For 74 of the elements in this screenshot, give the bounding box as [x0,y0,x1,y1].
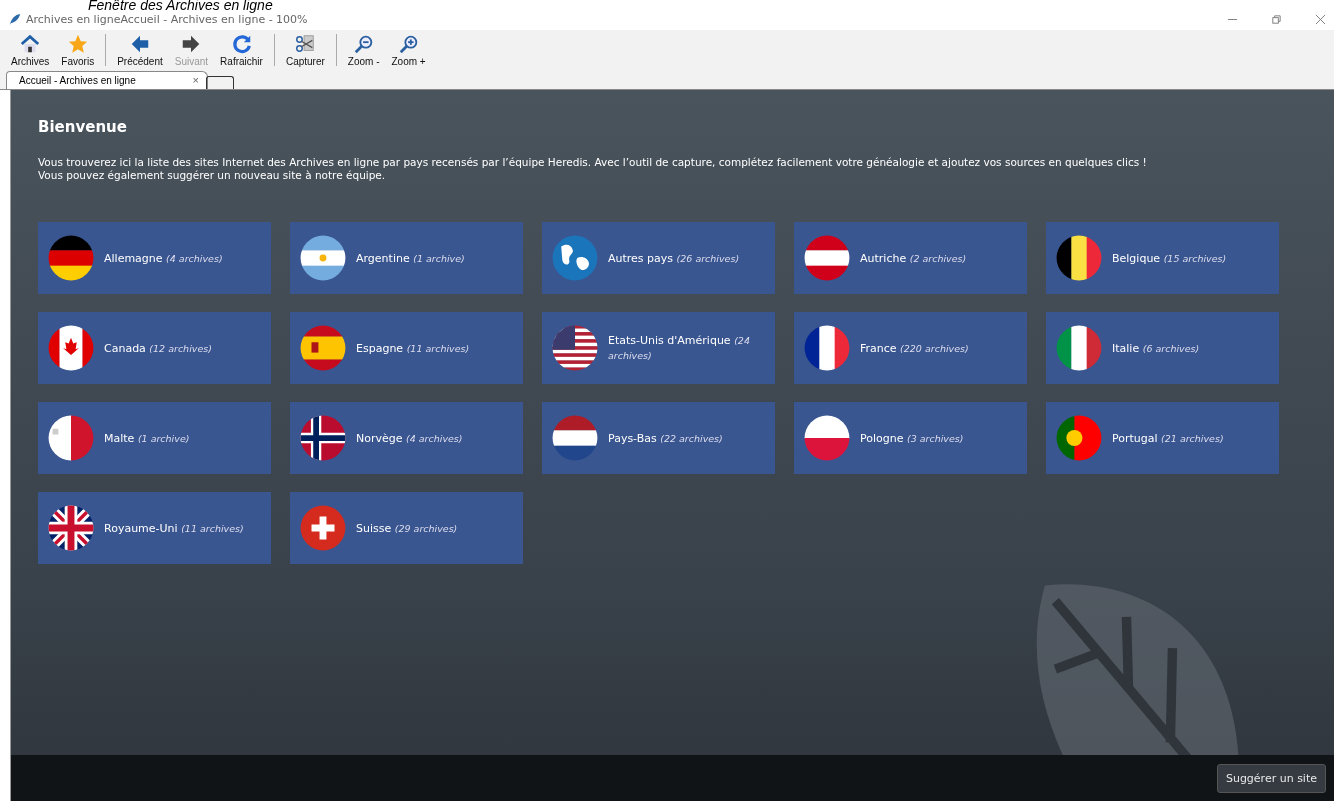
country-tile[interactable]: Autriche (2 archives) [794,222,1027,294]
flag-icon [804,235,850,281]
flag-icon [552,235,598,281]
welcome-heading: Bienvenue [38,118,128,136]
zoom-out-icon [352,33,375,55]
country-label: Norvège (4 archives) [356,430,463,446]
country-label: Malte (1 archive) [104,430,190,446]
flag-icon [48,325,94,371]
tab-close-button[interactable]: × [192,74,199,87]
flag-icon [48,235,94,281]
flag-icon [552,415,598,461]
country-tile[interactable]: Allemagne (4 archives) [38,222,271,294]
country-tile[interactable]: Espagne (11 archives) [290,312,523,384]
country-tile[interactable]: Etats-Unis d'Amérique (24 archives) [542,312,775,384]
country-label: Allemagne (4 archives) [104,250,223,266]
country-tile[interactable]: Malte (1 archive) [38,402,271,474]
zoom-in-icon [397,33,420,55]
window-title: Archives en ligneAccueil - Archives en ligne - 100% [26,13,308,26]
country-tile[interactable]: Autres pays (26 archives) [542,222,775,294]
flag-icon [300,505,346,551]
country-tile[interactable]: France (220 archives) [794,312,1027,384]
flag-icon [300,325,346,371]
country-label: Pays-Bas (22 archives) [608,430,723,446]
refresh-icon [230,33,253,55]
toolbar-button[interactable]: Zoom - [342,30,385,70]
flag-icon [1056,235,1102,281]
country-tile[interactable]: Argentine (1 archive) [290,222,523,294]
toolbar-button[interactable]: Favoris [56,30,100,70]
country-label: France (220 archives) [860,340,969,356]
country-label: Autriche (2 archives) [860,250,967,266]
country-tile[interactable]: Pologne (3 archives) [794,402,1027,474]
new-tab-button[interactable] [206,76,234,89]
flag-icon [804,415,850,461]
flag-icon [48,415,94,461]
flag-icon [300,235,346,281]
country-tile[interactable]: Suisse (29 archives) [290,492,523,564]
country-label: Etats-Unis d'Amérique (24 archives) [608,333,751,363]
flag-icon [1056,415,1102,461]
suggest-site-button[interactable]: Suggérer un site [1216,763,1326,793]
country-tile[interactable]: Italie (6 archives) [1046,312,1279,384]
country-label: Argentine (1 archive) [356,250,465,266]
country-label: Italie (6 archives) [1112,340,1200,356]
country-label: Espagne (11 archives) [356,340,470,356]
toolbar-button[interactable]: Rafraichir [215,30,268,70]
scissors-icon [294,33,317,55]
toolbar-button[interactable]: Archives [6,30,55,70]
country-tile[interactable]: Belgique (15 archives) [1046,222,1279,294]
close-icon[interactable] [1315,14,1326,25]
country-tile[interactable]: Pays-Bas (22 archives) [542,402,775,474]
browser-tab[interactable]: Accueil - Archives en ligne × [6,71,208,89]
flag-icon [48,505,94,551]
intro-text: Vous trouverez ici la liste des sites Internet des Archives en ligne par pays recensés par l’équipe Heredis. Avec l’outil de capture, complétez facilement votre généalogie et ajoutez vos sources en quelques clics ! [38,156,1148,169]
restore-icon[interactable] [1271,14,1282,25]
country-tile[interactable]: Portugal (21 archives) [1046,402,1279,474]
country-tile[interactable]: Norvège (4 archives) [290,402,523,474]
toolbar-button[interactable]: Zoom + [386,30,431,70]
toolbar-button[interactable]: Précédent [112,30,168,70]
country-label: Belgique (15 archives) [1112,250,1227,266]
country-label: Portugal (21 archives) [1112,430,1224,446]
toolbar-button[interactable]: Capturer [280,30,330,70]
country-label: Suisse (29 archives) [356,520,458,536]
country-label: Autres pays (26 archives) [608,250,740,266]
country-tile[interactable]: Royaume-Uni (11 archives) [38,492,271,564]
feather-icon [8,13,21,26]
flag-icon [804,325,850,371]
country-label: Royaume-Uni (11 archives) [104,520,244,536]
flag-icon [1056,325,1102,371]
intro-text: Vous pouvez également suggérer un nouveau site à notre équipe. [38,169,387,182]
house-icon [19,33,42,55]
country-label: Canada (12 archives) [104,340,212,356]
flag-icon [552,325,598,371]
country-tile[interactable]: Canada (12 archives) [38,312,271,384]
country-label: Pologne (3 archives) [860,430,964,446]
flag-icon [300,415,346,461]
